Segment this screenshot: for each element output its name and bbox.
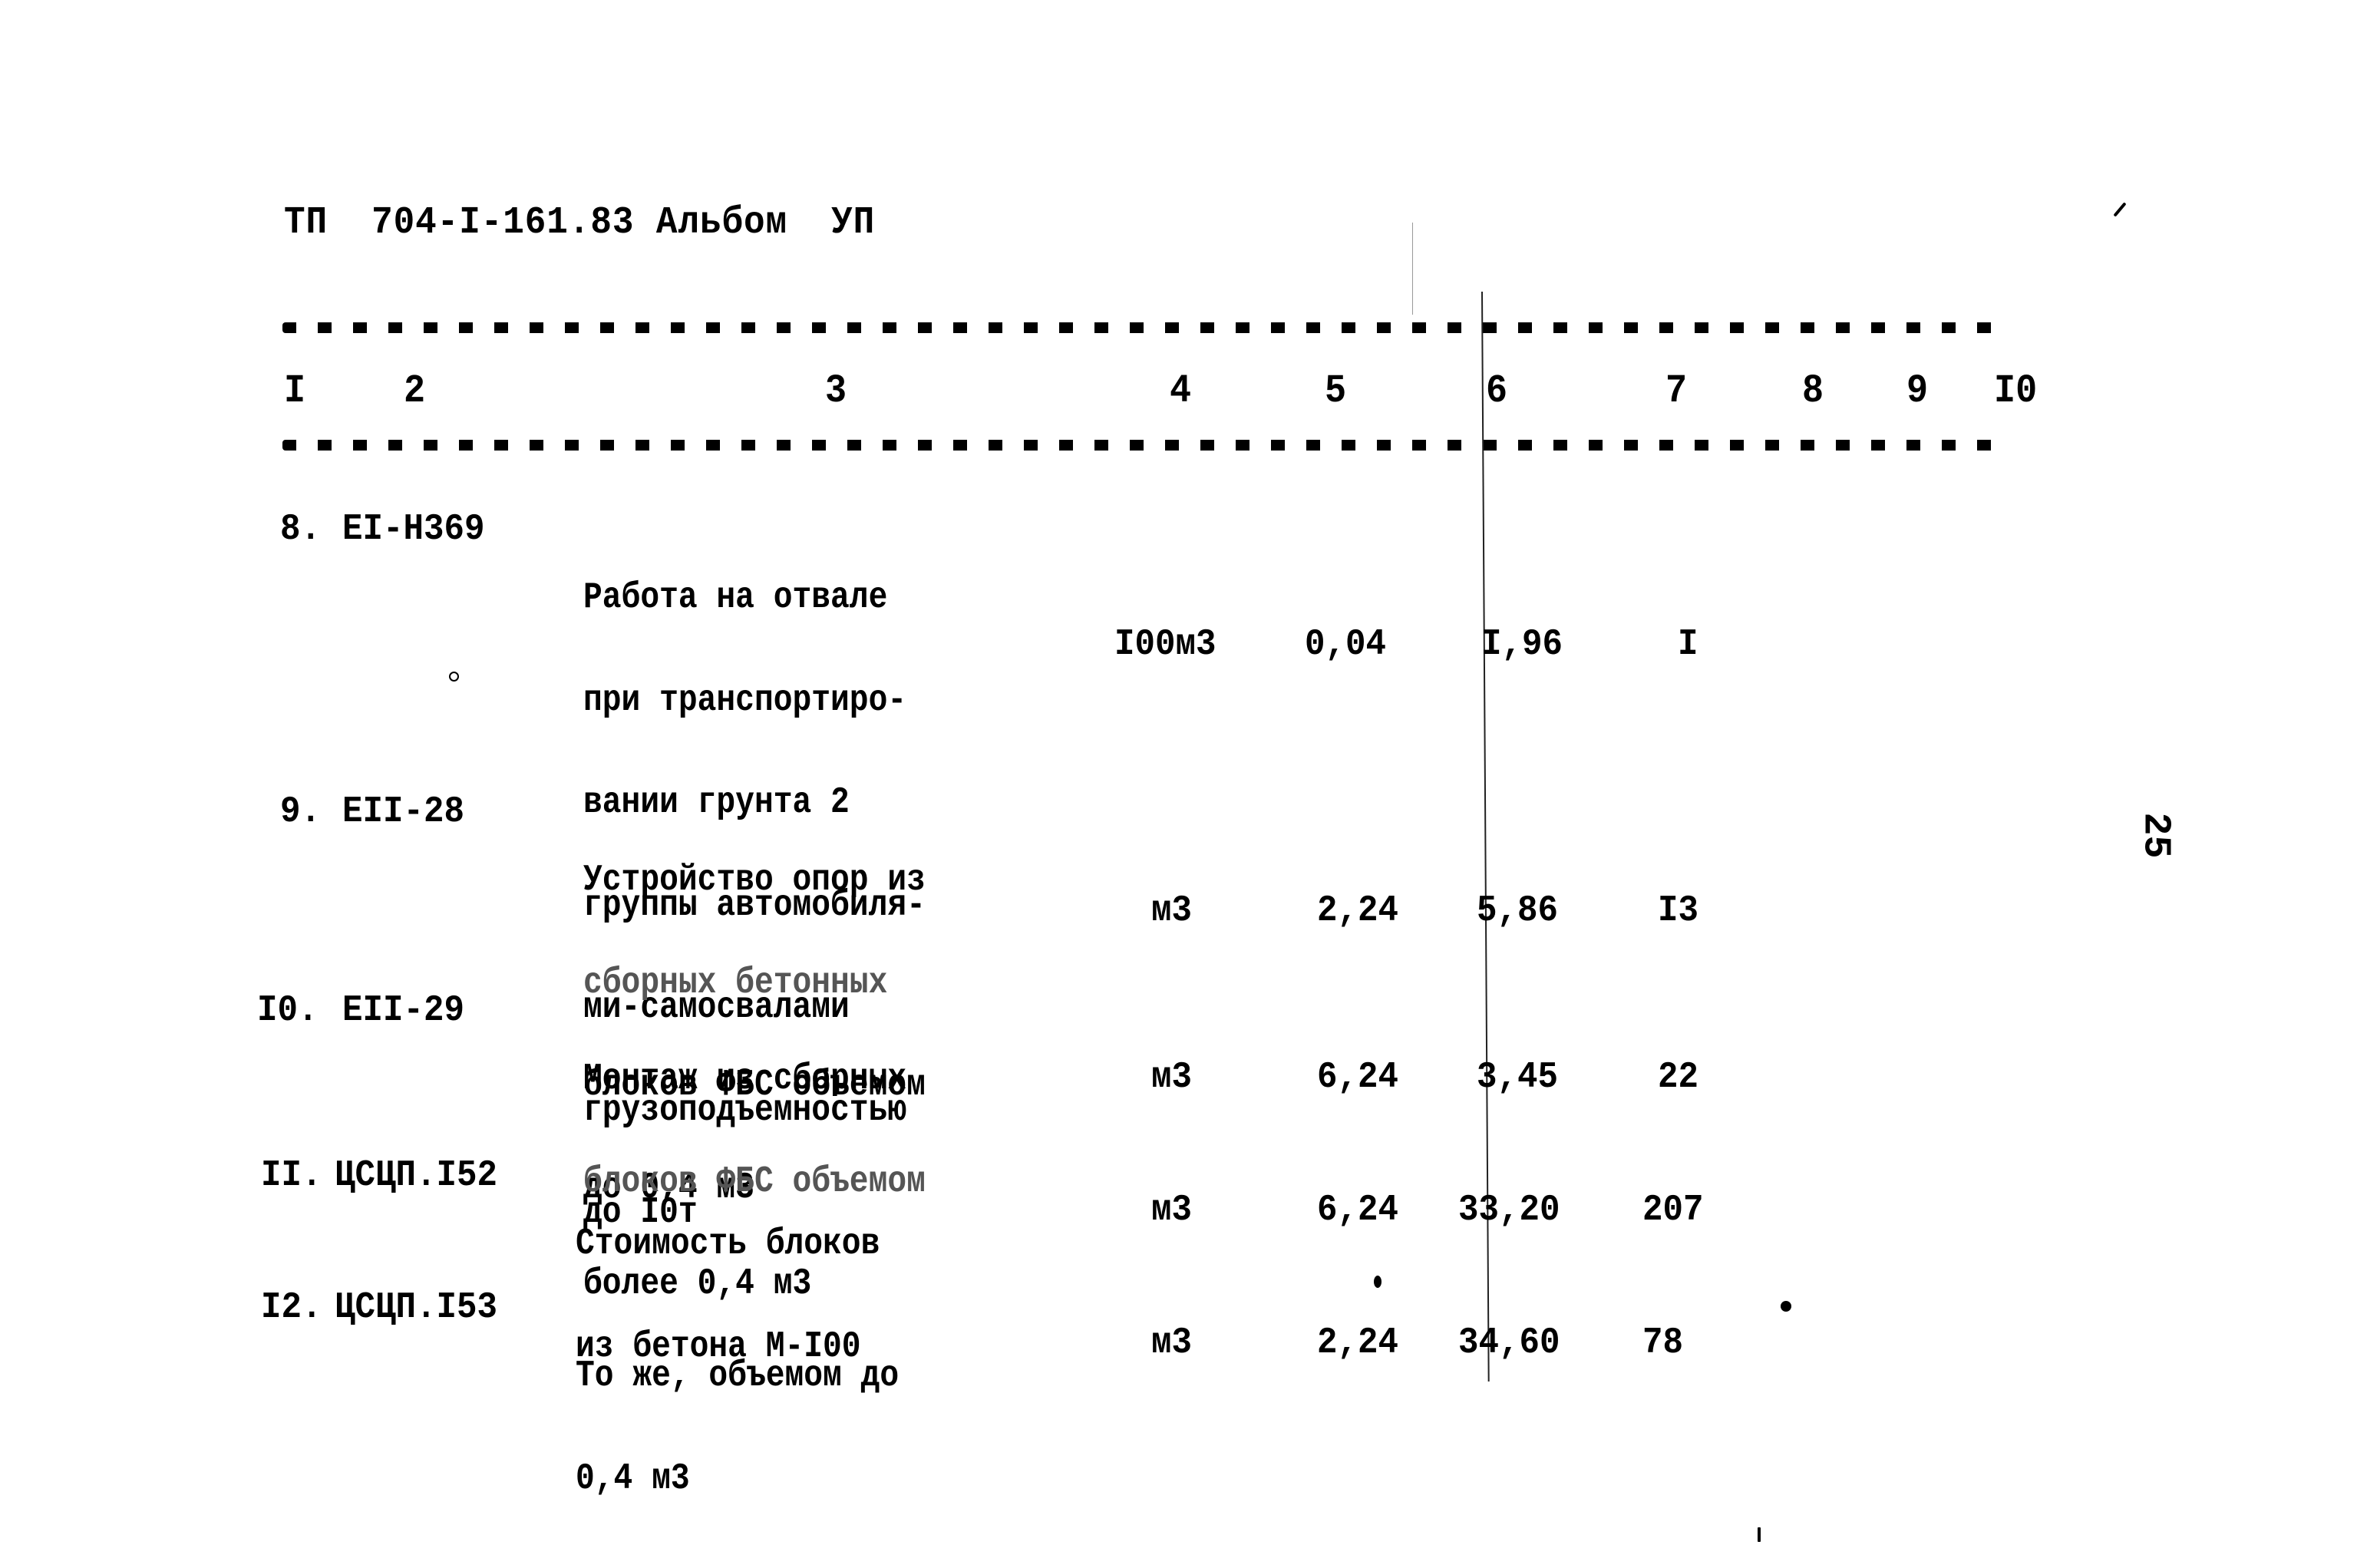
row-code: EII-29 <box>342 990 465 1032</box>
scan-speck <box>1374 1276 1382 1288</box>
table-top-dashed-rule <box>282 322 1998 333</box>
scan-speck <box>1758 1527 1761 1542</box>
row-code: ЦСЦП.I52 <box>335 1155 498 1197</box>
row-description: То же, объемом до 0,4 м3 <box>576 1291 899 1564</box>
description-line: То же, объемом до <box>576 1355 900 1397</box>
row-unit: м3 <box>1151 1322 1193 1364</box>
column-number-4: 4 <box>1170 368 1192 414</box>
row-quantity: 6,24 <box>1317 1190 1399 1231</box>
row-code: ЦСЦП.I53 <box>335 1287 498 1329</box>
scan-artifact-line <box>1412 223 1413 315</box>
row-unit-cost: 33,20 <box>1458 1190 1560 1231</box>
row-total: 207 <box>1642 1190 1704 1231</box>
row-quantity: 2,24 <box>1317 890 1399 932</box>
row-code: EII-28 <box>342 791 465 833</box>
row-quantity: 2,24 <box>1317 1322 1399 1364</box>
row-unit-cost: 3,45 <box>1477 1057 1559 1098</box>
description-line: Работа на отвале <box>583 577 888 619</box>
column-number-5: 5 <box>1325 368 1347 414</box>
description-line: Устройство опор из <box>583 860 926 901</box>
column-number-6: 6 <box>1486 368 1508 414</box>
column-number-2: 2 <box>404 368 426 414</box>
column-number-8: 8 <box>1802 368 1824 414</box>
row-total: I <box>1678 624 1698 665</box>
row-quantity: 0,04 <box>1305 624 1387 665</box>
row-unit: I00м3 <box>1114 624 1216 665</box>
row-total: I3 <box>1658 890 1699 932</box>
row-number: 8. <box>280 509 322 550</box>
row-unit-cost: I,96 <box>1481 624 1563 665</box>
row-unit-cost: 5,86 <box>1477 890 1559 932</box>
description-line: Стоимость блоков <box>576 1223 880 1265</box>
column-number-1: I <box>284 368 306 414</box>
row-number: I2. <box>261 1287 322 1329</box>
row-quantity: 6,24 <box>1317 1057 1399 1098</box>
document-header-title: ТП 704-I-161.83 Альбом УП <box>284 201 876 245</box>
row-unit-cost: 34,60 <box>1458 1322 1560 1364</box>
table-header-dashed-rule <box>282 440 1998 451</box>
scan-speck <box>449 672 459 682</box>
row-number: 9. <box>280 791 322 833</box>
row-unit: м3 <box>1151 1190 1193 1231</box>
row-unit: м3 <box>1151 1057 1193 1098</box>
column-number-9: 9 <box>1906 368 1929 414</box>
row-number: II. <box>261 1155 322 1197</box>
row-code: EI-H369 <box>342 509 485 550</box>
page-number: 25 <box>2133 812 2177 859</box>
column-number-3: 3 <box>825 368 847 414</box>
scan-speck <box>2113 202 2127 217</box>
column-number-7: 7 <box>1665 368 1688 414</box>
row-number: I0. <box>257 990 319 1032</box>
description-line: 0,4 м3 <box>576 1457 690 1500</box>
row-total: 22 <box>1658 1057 1699 1098</box>
description-line: Монтаж из сборных <box>583 1058 907 1100</box>
row-unit: м3 <box>1151 890 1193 932</box>
row-total: 78 <box>1642 1322 1684 1364</box>
description-line: при транспортиро- <box>583 679 907 721</box>
scan-speck <box>1781 1301 1791 1312</box>
column-number-10: I0 <box>1994 368 2038 414</box>
